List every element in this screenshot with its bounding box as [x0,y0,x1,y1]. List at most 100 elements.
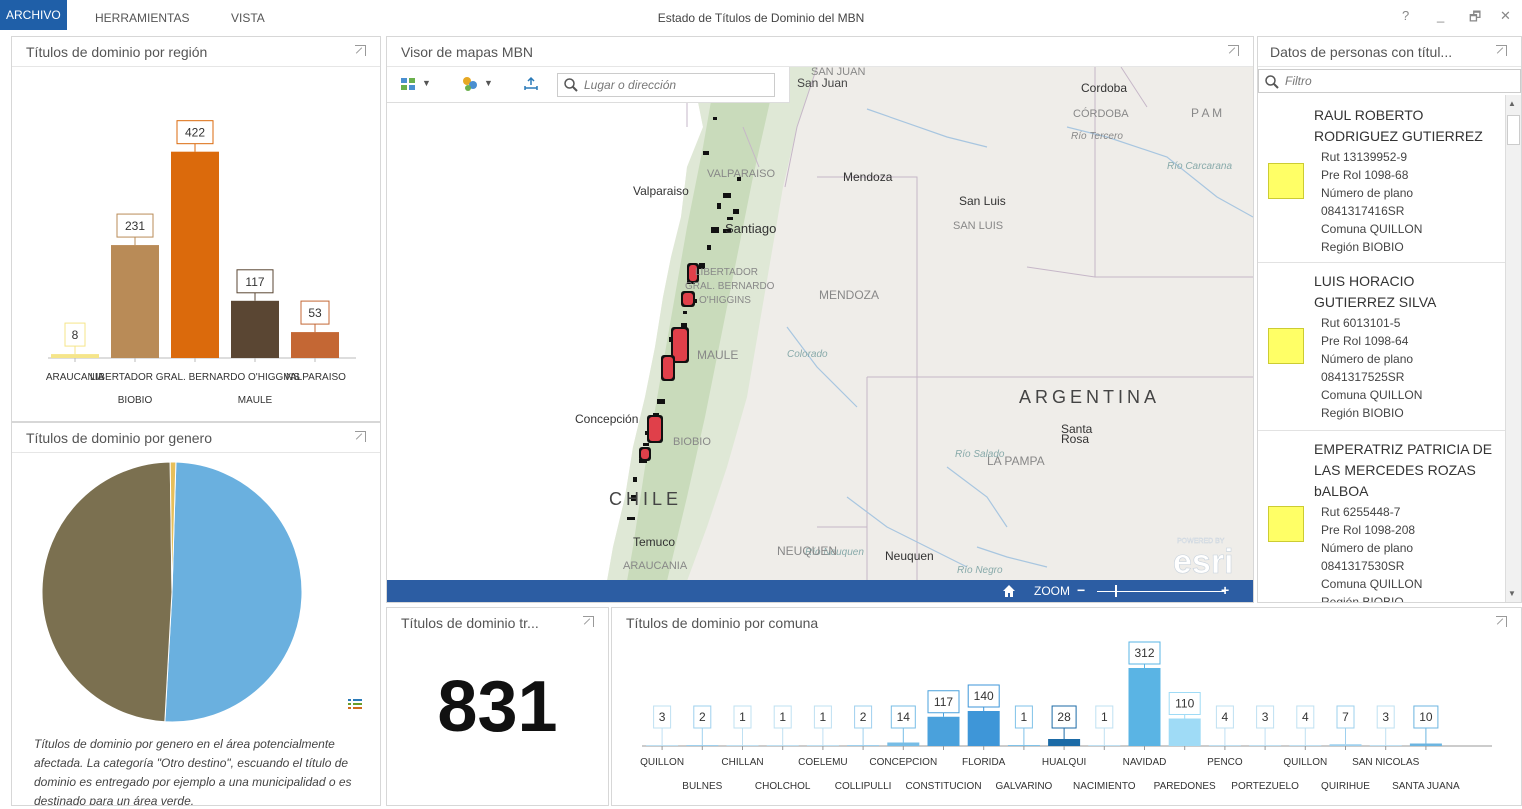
bar [1208,745,1241,746]
scroll-up-icon[interactable]: ▲ [1508,99,1516,108]
measure-icon[interactable] [523,76,539,92]
scrollbar-thumb[interactable] [1507,115,1520,145]
bar [1128,668,1161,746]
tick-label: QUILLON [1283,757,1327,768]
tick-label: NACIMIENTO [1073,781,1136,792]
expand-icon[interactable] [355,431,366,442]
bar [1369,745,1402,746]
marker [717,203,721,209]
list-item[interactable]: EMPERATRIZ PATRICIA DE LAS MERCEDES ROZAS… [1258,431,1505,602]
total-panel-header: Títulos de dominio tr... [387,608,608,638]
expand-icon[interactable] [1496,616,1507,627]
list-item[interactable]: RAUL ROBERTO RODRIGUEZ GUTIERREZ Rut 1313… [1258,95,1505,263]
map-label: CÓRDOBA [1073,107,1129,120]
map-label: Colorado [787,349,828,360]
person-details: Rut 6255448-7 Pre Rol 1098-208 Número de p… [1321,505,1423,602]
map-label: Río Salado [955,449,1005,460]
menu-archivo[interactable]: ARCHIVO [0,0,67,30]
map-label: CHILE [609,489,682,509]
marker [727,217,733,220]
bar [927,716,960,746]
tick-label: MAULE [238,395,273,406]
map-label: Temuco [633,535,675,549]
bar [1409,743,1442,746]
zoom-out-button[interactable]: − [1077,582,1085,598]
menu-vista[interactable]: VISTA [231,0,265,36]
menu-herramientas[interactable]: HERRAMIENTAS [95,0,189,36]
map-label: Río Negro [957,565,1003,576]
zoom-bar: ZOOM − + [387,580,1253,602]
search-icon[interactable] [564,78,578,92]
zoom-slider-handle[interactable] [1115,585,1117,597]
expand-icon[interactable] [583,616,594,627]
filter-input[interactable]: Filtro [1258,69,1521,93]
map-label: P A M [1191,106,1222,120]
tick-label: QUILLON [640,757,684,768]
tick-label: COLLIPULLI [835,781,892,792]
basemap-gallery-icon[interactable] [401,78,417,92]
expand-icon[interactable] [355,45,366,56]
gender-panel: Títulos de dominio por genero Títulos de… [11,422,381,806]
gender-panel-header: Títulos de dominio por genero [12,423,380,453]
data-label: 1 [779,710,786,724]
list-icon[interactable] [348,698,362,712]
expand-icon[interactable] [1228,45,1239,56]
tick-label: HUALQUI [1042,757,1086,768]
map-label: ARGENTINA [1019,387,1160,407]
data-label: 2 [699,710,706,724]
map-label: Rosa [1061,432,1089,446]
bar [726,745,759,746]
layers-icon[interactable] [462,76,478,92]
map-label: San Luis [959,194,1006,208]
tick-label: CHILLAN [721,757,763,768]
menu-bar: ARCHIVO HERRAMIENTAS VISTA Estado de Tít… [0,0,1522,36]
map-view[interactable]: SAN JUAN San Juan Cordoba CÓRDOBA Río Tercer… [387,67,1253,580]
tick-label: VALPARAISO [284,372,346,383]
region-panel-title: Títulos de dominio por región [26,44,208,60]
map-label: BIOBIO [673,436,711,448]
map-search-input[interactable]: Lugar o dirección [557,73,775,97]
scroll-down-icon[interactable]: ▼ [1508,589,1516,598]
map-panel: Visor de mapas MBN SAN JUAN San Juan Cordo… [386,36,1254,603]
data-label: 10 [1419,710,1433,724]
data-label: 231 [125,219,145,233]
list-item[interactable]: LUIS HORACIO GUTIERREZ SILVA Rut 6013101-… [1258,263,1505,431]
chevron-down-icon[interactable]: ▼ [484,78,493,88]
comuna-bar-chart: 3 QUILLON 2 BULNES 1 CHILLAN 1 CHOLCHOL 1 COELEMU… [640,641,1492,792]
restore-icon[interactable]: 🗗 [1469,8,1481,30]
home-icon[interactable] [1002,584,1016,598]
data-label: 1 [1021,710,1028,724]
person-name: RAUL ROBERTO RODRIGUEZ GUTIERREZ [1314,107,1483,144]
minimize-icon[interactable]: _ [1437,8,1444,23]
bar [806,745,839,746]
zoom-in-button[interactable]: + [1221,582,1229,598]
data-label: 53 [308,306,322,320]
comuna-panel-header: Títulos de dominio por comuna [612,608,1521,638]
marker [633,477,637,482]
scrollbar[interactable]: ▲ ▼ [1505,95,1521,602]
region-bar-chart: 8ARAUCANIA231BIOBIO422LIBERTADOR GRAL. B… [46,120,356,406]
marker [707,245,711,250]
map-label: San Juan [797,76,848,90]
help-icon[interactable]: ? [1402,8,1409,23]
esri-logo: esri [1173,543,1234,580]
data-label: 4 [1222,710,1229,724]
tick-label: FLORIDA [962,757,1006,768]
bar [646,745,679,746]
data-label: 4 [1302,710,1309,724]
color-swatch [1268,328,1304,364]
expand-icon[interactable] [1496,45,1507,56]
marker [627,517,635,520]
chevron-down-icon[interactable]: ▼ [422,78,431,88]
data-label: 117 [934,695,953,709]
marker [683,311,687,314]
close-icon[interactable]: ✕ [1500,8,1511,24]
map-label: Río Tercero [1071,131,1123,142]
map-panel-title: Visor de mapas MBN [401,44,534,60]
map-label: SAN LUIS [953,220,1003,232]
person-details: Rut 6013101-5 Pre Rol 1098-64 Número de pl… [1321,316,1423,420]
data-label: 3 [659,710,666,724]
map-canvas[interactable]: SAN JUANSan Juan CordobaCÓRDOBARío Tercer… [387,67,1253,580]
marker-cluster-highlight [683,293,693,305]
map-label: LIBERTADOR [695,267,758,278]
